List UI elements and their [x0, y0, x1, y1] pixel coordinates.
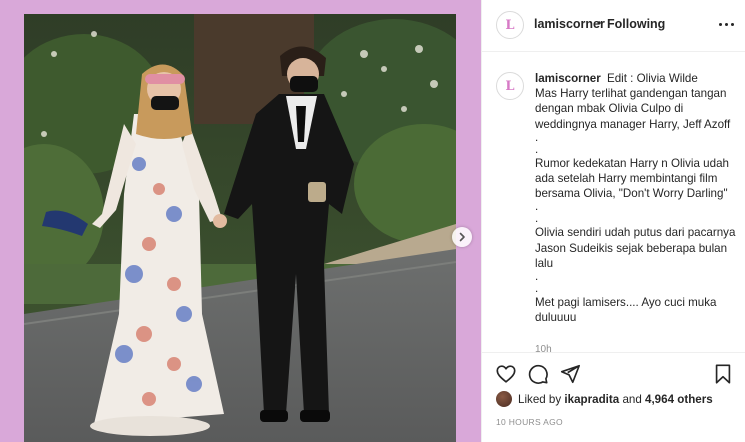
comment-icon: [528, 364, 548, 384]
post-caption: lamiscorner Edit : Olivia Wilde Mas Harr…: [535, 71, 740, 325]
chevron-right-icon: [459, 232, 465, 242]
post-side-panel: L lamiscorner • Following L lamiscorner …: [481, 0, 745, 442]
likes-summary: Liked by ikapradita and 4,964 others: [496, 389, 713, 409]
more-options-button[interactable]: [714, 14, 738, 34]
post-header: L lamiscorner • Following: [482, 0, 745, 52]
following-button[interactable]: Following: [607, 17, 665, 31]
post-media: [0, 0, 481, 442]
bookmark-icon: [715, 364, 731, 384]
likes-prefix: Liked by: [518, 392, 562, 406]
caption-username[interactable]: lamiscorner: [535, 72, 601, 85]
separator-dot: •: [597, 16, 602, 30]
liker-avatar[interactable]: [496, 391, 512, 407]
share-icon: [560, 364, 580, 384]
caption-line: Mas Harry terlihat gandengan tangan deng…: [535, 87, 731, 131]
caption-area: L lamiscorner Edit : Olivia Wilde Mas Ha…: [482, 62, 745, 352]
profile-logo: L: [505, 17, 515, 33]
caption-line: .: [535, 270, 539, 284]
wedding-photo-image: [24, 14, 456, 442]
caption-line: Edit : Olivia Wilde: [606, 72, 698, 85]
post-photo[interactable]: [24, 14, 456, 442]
caption-line: Rumor kedekatan Harry n Olivia udah ada …: [535, 156, 729, 201]
save-button[interactable]: [712, 363, 734, 385]
post-date[interactable]: 10 HOURS AGO: [496, 417, 563, 427]
post-actions: Liked by ikapradita and 4,964 others 10 …: [482, 352, 745, 442]
more-dot: [724, 22, 728, 26]
likes-count-link[interactable]: 4,964 others: [645, 393, 713, 406]
like-button[interactable]: [495, 363, 517, 385]
heart-icon: [496, 365, 516, 383]
caption-line: .: [535, 212, 539, 226]
caption-avatar[interactable]: L: [496, 72, 524, 100]
caption-time[interactable]: 10h: [535, 344, 552, 352]
comment-button[interactable]: [527, 363, 549, 385]
caption-line: Olivia sendiri udah putus dari pacarnya …: [535, 226, 736, 270]
share-button[interactable]: [559, 363, 581, 385]
caption-avatar-logo: L: [505, 78, 515, 94]
likes-conjunction: and: [622, 392, 642, 406]
caption-line: .: [535, 282, 539, 296]
caption-line: .: [535, 130, 539, 144]
more-horizontal-icon: [718, 22, 722, 26]
caption-line: Met pagi lamisers.... Ayo cuci muka dulu…: [535, 296, 717, 325]
liker-username[interactable]: ikapradita: [564, 393, 619, 406]
post-username[interactable]: lamiscorner: [534, 17, 605, 31]
caption-line: .: [535, 200, 539, 214]
profile-avatar[interactable]: L: [496, 11, 524, 39]
caption-line: .: [535, 142, 539, 156]
more-dot: [730, 22, 734, 26]
next-photo-button[interactable]: [452, 227, 472, 247]
